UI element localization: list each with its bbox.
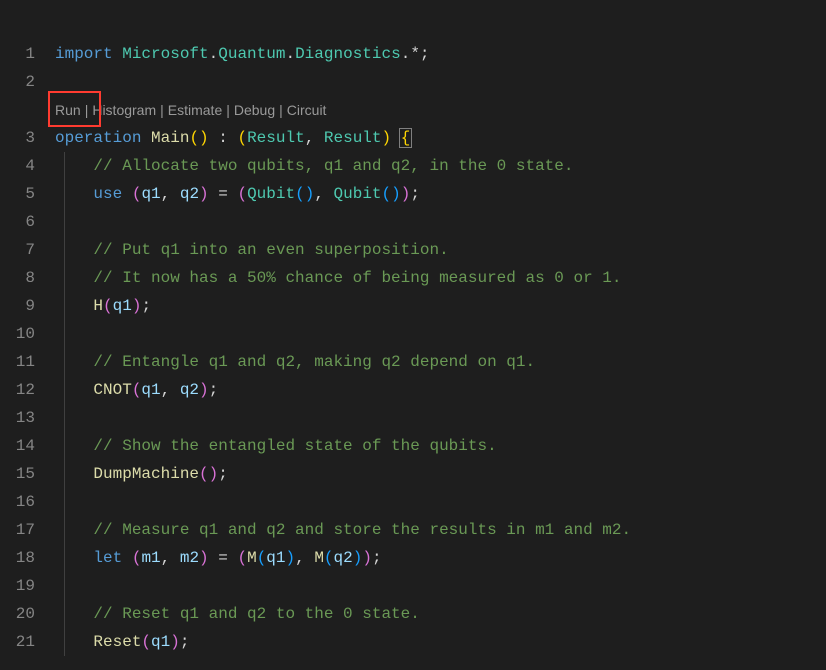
line-number: 8 (0, 264, 35, 292)
identifier: q1 (266, 549, 285, 567)
code-line[interactable]: DumpMachine(); (55, 460, 826, 488)
open-brace: { (399, 128, 413, 148)
type-qubit: Qubit (247, 185, 295, 203)
codelens-debug[interactable]: Debug (234, 102, 275, 118)
function-call: M (247, 549, 257, 567)
function-name: Main (151, 129, 189, 147)
codelens-row: Run|Histogram|Estimate|Debug|Circuit (55, 96, 826, 124)
comment: // Show the entangled state of the qubit… (93, 437, 496, 455)
line-number: 1 (0, 40, 35, 68)
line-number: 21 (0, 628, 35, 656)
line-number: 16 (0, 488, 35, 516)
line-number: 2 (0, 68, 35, 96)
line-number: 4 (0, 152, 35, 180)
identifier: q1 (113, 297, 132, 315)
line-number: 5 (0, 180, 35, 208)
code-line[interactable]: use (q1, q2) = (Qubit(), Qubit()); (55, 180, 826, 208)
line-number: 18 (0, 544, 35, 572)
code-line[interactable]: // Reset q1 and q2 to the 0 state. (55, 600, 826, 628)
code-line[interactable] (55, 572, 826, 600)
code-line[interactable] (55, 68, 826, 96)
identifier: q1 (151, 633, 170, 651)
line-number: 6 (0, 208, 35, 236)
identifier: q2 (180, 381, 199, 399)
comment: // It now has a 50% chance of being meas… (93, 269, 621, 287)
namespace-part: Microsoft (122, 45, 208, 63)
code-line[interactable]: // Entangle q1 and q2, making q2 depend … (55, 348, 826, 376)
code-line[interactable]: H(q1); (55, 292, 826, 320)
code-line[interactable]: let (m1, m2) = (M(q1), M(q2)); (55, 544, 826, 572)
function-call: Reset (93, 633, 141, 651)
keyword-use: use (93, 185, 122, 203)
line-number-gutter: 1 2 3 4 5 6 7 8 9 10 11 12 13 14 15 16 1… (0, 40, 55, 670)
code-editor: 1 2 3 4 5 6 7 8 9 10 11 12 13 14 15 16 1… (0, 0, 826, 670)
line-number: 13 (0, 404, 35, 432)
function-call: CNOT (93, 381, 131, 399)
identifier: q1 (141, 381, 160, 399)
code-line[interactable]: CNOT(q1, q2); (55, 376, 826, 404)
identifier: q2 (180, 185, 199, 203)
type-qubit: Qubit (334, 185, 382, 203)
function-call: H (93, 297, 103, 315)
function-call: M (314, 549, 324, 567)
code-line[interactable]: // Allocate two qubits, q1 and q2, in th… (55, 152, 826, 180)
comment: // Measure q1 and q2 and store the resul… (93, 521, 631, 539)
comment: // Put q1 into an even superposition. (93, 241, 448, 259)
line-number: 3 (0, 96, 35, 152)
line-number: 9 (0, 292, 35, 320)
code-line[interactable] (55, 208, 826, 236)
keyword-let: let (93, 549, 122, 567)
comment: // Allocate two qubits, q1 and q2, in th… (93, 157, 573, 175)
type-result: Result (324, 129, 382, 147)
code-line[interactable]: Reset(q1); (55, 628, 826, 656)
line-number: 15 (0, 460, 35, 488)
line-number: 11 (0, 348, 35, 376)
line-number: 17 (0, 516, 35, 544)
line-number: 14 (0, 432, 35, 460)
line-number: 12 (0, 376, 35, 404)
function-call: DumpMachine (93, 465, 199, 483)
code-line[interactable]: import Microsoft.Quantum.Diagnostics.*; (55, 40, 826, 68)
code-line[interactable]: // Show the entangled state of the qubit… (55, 432, 826, 460)
code-line[interactable]: // Measure q1 and q2 and store the resul… (55, 516, 826, 544)
code-line[interactable] (55, 488, 826, 516)
line-number: 10 (0, 320, 35, 348)
line-number: 19 (0, 572, 35, 600)
codelens-circuit[interactable]: Circuit (287, 102, 327, 118)
code-area[interactable]: import Microsoft.Quantum.Diagnostics.*; … (55, 40, 826, 670)
line-number: 20 (0, 600, 35, 628)
codelens: Run|Histogram|Estimate|Debug|Circuit (55, 96, 326, 124)
line-number: 7 (0, 236, 35, 264)
code-line[interactable]: operation Main() : (Result, Result) { (55, 124, 826, 152)
comment: // Reset q1 and q2 to the 0 state. (93, 605, 419, 623)
type-result: Result (247, 129, 305, 147)
codelens-run[interactable]: Run (55, 102, 81, 118)
comment: // Entangle q1 and q2, making q2 depend … (93, 353, 535, 371)
namespace-part: Diagnostics (295, 45, 401, 63)
code-line[interactable] (55, 320, 826, 348)
code-line[interactable] (55, 404, 826, 432)
code-line[interactable]: // Put q1 into an even superposition. (55, 236, 826, 264)
codelens-estimate[interactable]: Estimate (168, 102, 222, 118)
namespace-part: Quantum (218, 45, 285, 63)
code-line[interactable]: // It now has a 50% chance of being meas… (55, 264, 826, 292)
identifier: q1 (141, 185, 160, 203)
codelens-histogram[interactable]: Histogram (92, 102, 156, 118)
identifier: m1 (141, 549, 160, 567)
keyword-import: import (55, 45, 113, 63)
identifier: m2 (180, 549, 199, 567)
keyword-operation: operation (55, 129, 141, 147)
identifier: q2 (334, 549, 353, 567)
